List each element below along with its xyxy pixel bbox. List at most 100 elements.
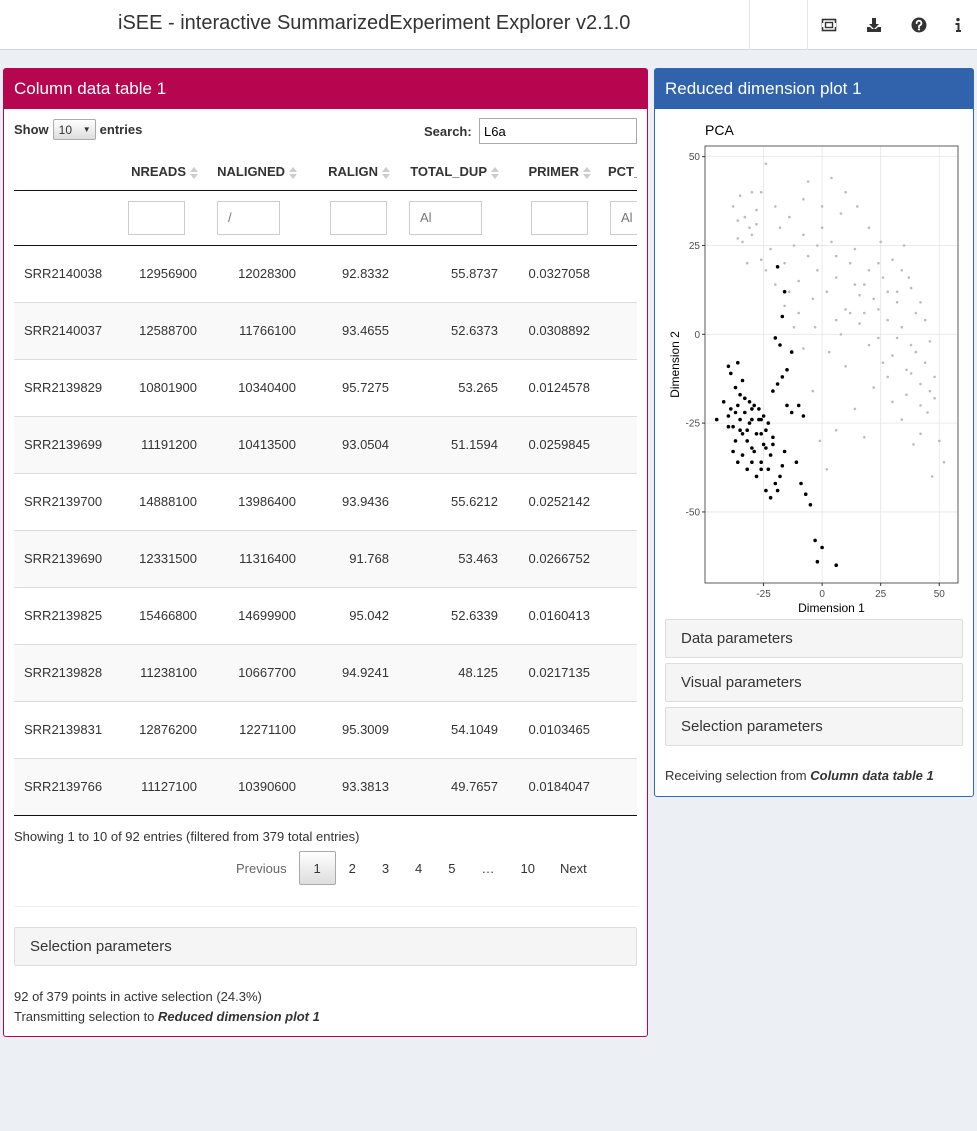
- scatter-point: [766, 467, 771, 472]
- table-cell: 95.3009: [306, 701, 399, 759]
- row-name-cell: SRR2139829: [14, 359, 114, 417]
- page-button-4[interactable]: 4: [402, 851, 435, 885]
- table-cell: 0.0184047: [508, 758, 600, 816]
- table-cell-empty: [600, 587, 637, 645]
- page-button-1[interactable]: 1: [298, 851, 336, 885]
- table-cell-empty: [600, 701, 637, 759]
- table-row[interactable]: SRR2139831 12876200 12271100 95.3009 54.1049…: [14, 701, 637, 759]
- column-header-4[interactable]: PRIMER: [508, 154, 600, 191]
- scatter-point: [755, 208, 758, 212]
- scatter-point: [750, 233, 754, 237]
- scatter-point: [879, 240, 882, 244]
- info-button[interactable]: [938, 0, 977, 50]
- data-parameters-toggle[interactable]: Data parameters: [665, 619, 963, 658]
- scatter-point: [867, 269, 871, 272]
- table-cell: 0.0160413: [508, 587, 600, 645]
- search-label: Search:: [424, 124, 472, 139]
- column-header-label: TOTAL_DUP: [410, 163, 487, 179]
- row-name-cell: SRR2139700: [14, 473, 114, 531]
- table-cell-empty: [600, 416, 637, 474]
- scatter-point: [799, 481, 803, 486]
- sort-icon: [189, 166, 199, 180]
- scatter-point: [863, 283, 866, 286]
- scatter-point: [802, 347, 805, 350]
- help-button[interactable]: [897, 0, 941, 50]
- table-row[interactable]: SRR2140038 12956900 12028300 92.8332 55.8737…: [14, 245, 637, 303]
- scatter-point: [848, 311, 852, 315]
- row-name-cell: SRR2140038: [14, 245, 114, 303]
- pca-scatter-plot[interactable]: PCA -25 0 25 50 50 25 0 -25 -50 Dimension 1 Dime…: [655, 109, 973, 614]
- table-row[interactable]: SRR2139766 11127100 10390600 93.3813 49.7657…: [14, 758, 637, 816]
- table-cell-empty: [600, 530, 637, 588]
- column-filter-input[interactable]: [330, 200, 387, 235]
- scatter-point: [757, 407, 761, 411]
- scatter-point: [782, 449, 787, 454]
- selection-parameters-toggle[interactable]: Selection parameters: [665, 707, 963, 746]
- search-input[interactable]: [479, 118, 637, 144]
- table-row[interactable]: SRR2140037 12588700 11766100 93.4655 52.6373…: [14, 302, 637, 360]
- table-cell: 93.3813: [306, 758, 399, 816]
- sort-icon: [288, 166, 298, 180]
- page-button-2[interactable]: 2: [336, 851, 369, 885]
- scatter-point: [808, 503, 813, 507]
- scatter-point: [726, 424, 731, 429]
- table-row[interactable]: SRR2139699 11191200 10413500 93.0504 51.1594…: [14, 416, 637, 474]
- visual-parameters-toggle[interactable]: Visual parameters: [665, 663, 963, 702]
- column-filter-input[interactable]: [128, 200, 185, 235]
- row-name-header: [14, 154, 114, 191]
- page-button-5[interactable]: 5: [435, 851, 468, 885]
- scatter-point: [928, 340, 932, 343]
- next-page-button[interactable]: Next: [548, 851, 599, 885]
- page-button-10[interactable]: 10: [508, 851, 548, 885]
- scatter-point: [752, 449, 756, 454]
- scatter-point: [900, 418, 904, 421]
- column-header-3[interactable]: TOTAL_DUP: [399, 154, 508, 191]
- code-export-button[interactable]: [807, 0, 851, 50]
- column-header-5[interactable]: PCT_: [600, 154, 637, 191]
- sort-icon: [582, 166, 592, 180]
- scatter-point: [923, 361, 927, 364]
- scatter-point: [872, 386, 875, 389]
- scatter-point: [863, 436, 866, 439]
- table-row[interactable]: SRR2139690 12331500 11316400 91.768 53.463 0.…: [14, 530, 637, 588]
- scatter-point: [853, 283, 857, 286]
- column-header-label: RALIGN: [328, 163, 378, 179]
- scatter-point: [748, 226, 751, 229]
- scatter-point: [794, 460, 799, 465]
- previous-page-button[interactable]: Previous: [224, 851, 299, 885]
- scatter-point: [877, 336, 880, 340]
- column-filter-input[interactable]: [610, 200, 637, 235]
- scatter-point: [818, 439, 822, 443]
- table-row[interactable]: SRR2139828 11238100 10667700 94.9241 48.125 0…: [14, 644, 637, 702]
- scatter-point: [775, 488, 780, 493]
- table-cell: 95.042: [306, 587, 399, 645]
- transmit-status: Transmitting selection to Reduced dimens…: [14, 1009, 320, 1024]
- column-filter-input[interactable]: [409, 200, 482, 235]
- page-length-select[interactable]: 10 ▼: [52, 119, 96, 140]
- scatter-point: [802, 233, 805, 237]
- scatter-point: [834, 276, 838, 279]
- column-header-1[interactable]: NALIGNED: [207, 154, 306, 191]
- scatter-point: [811, 389, 815, 393]
- column-header-2[interactable]: RALIGN: [306, 154, 399, 191]
- scatter-point: [782, 289, 787, 294]
- scatter-point: [740, 432, 745, 436]
- column-filter-input[interactable]: [531, 200, 588, 235]
- table-row[interactable]: SRR2139829 10801900 10340400 95.7275 53.265 0…: [14, 359, 637, 417]
- scatter-point: [806, 180, 810, 183]
- scatter-point: [778, 343, 782, 347]
- table-scroll-area[interactable]: NREADSNALIGNEDRALIGNTOTAL_DUPPRIMERPCT_ …: [14, 154, 637, 816]
- page-button-3[interactable]: 3: [369, 851, 402, 885]
- y-axis-label: Dimension 2: [668, 331, 682, 398]
- column-filter-input[interactable]: [217, 200, 280, 235]
- scatter-point: [738, 428, 742, 433]
- table-row[interactable]: SRR2139825 15466800 14699900 95.042 52.6339 0…: [14, 587, 637, 645]
- column-header-0[interactable]: NREADS: [114, 154, 207, 191]
- scatter-point: [834, 563, 838, 567]
- scatter-point: [775, 265, 780, 269]
- download-button[interactable]: [852, 0, 896, 50]
- table-row[interactable]: SRR2139700 14888100 13986400 93.9436 55.6212…: [14, 473, 637, 531]
- table-cell: 94.9241: [306, 644, 399, 702]
- scatter-point: [736, 460, 740, 465]
- selection-parameters-toggle[interactable]: Selection parameters: [14, 927, 637, 966]
